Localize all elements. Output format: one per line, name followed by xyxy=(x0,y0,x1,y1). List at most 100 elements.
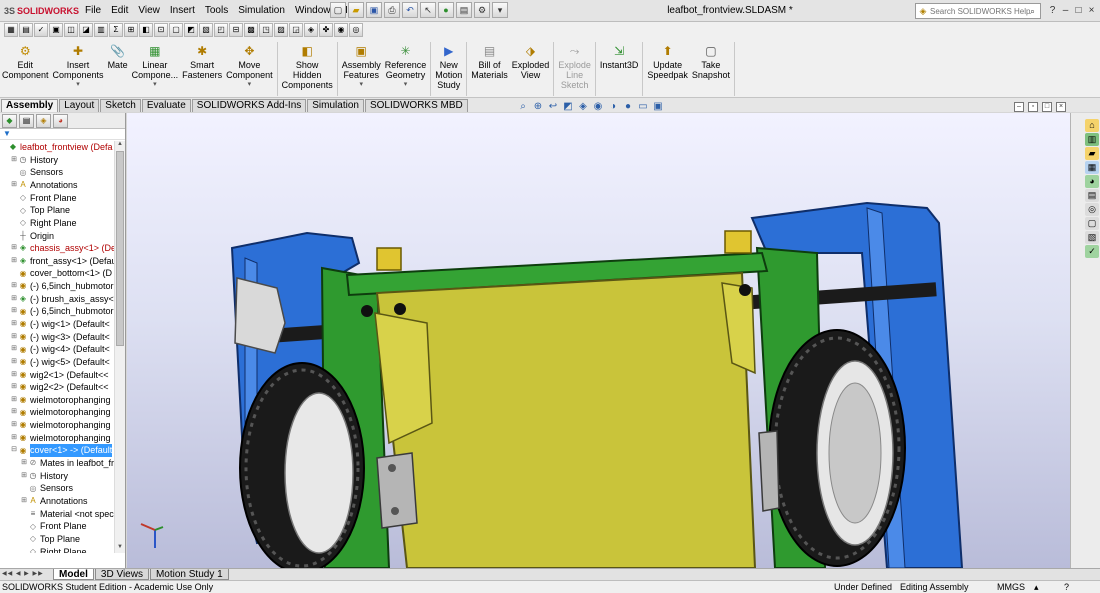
save-icon[interactable]: ▣ xyxy=(366,2,382,18)
tree-row[interactable]: ◇ Right Plane xyxy=(0,546,114,553)
expand-toggle-icon[interactable]: ⊞ xyxy=(10,394,18,407)
tree-row[interactable]: ⊞ ⊘ Mates in leafbot_fror xyxy=(0,457,114,470)
expand-toggle-icon[interactable]: ⊞ xyxy=(20,470,28,483)
viewport-minimize-icon[interactable]: – xyxy=(1014,102,1024,112)
tab-addins[interactable]: SOLIDWORKS Add-Ins xyxy=(191,99,307,112)
tab-model[interactable]: Model xyxy=(53,569,94,580)
small-tool-icon[interactable]: ▦ xyxy=(4,23,18,37)
tree-row[interactable]: ⊞ ◉ (-) wig<1> (Default< xyxy=(0,318,114,331)
tree-row[interactable]: ⊞ ◈ (-) brush_axis_assy<1 xyxy=(0,293,114,306)
tree-row[interactable]: ⊞ A Annotations xyxy=(0,179,114,192)
tool-11-button[interactable]: ⬗ Exploded View xyxy=(510,41,552,97)
tool-12-button[interactable]: ⤳ Explode Line Sketch xyxy=(556,41,593,97)
expand-toggle-icon[interactable]: ⊞ xyxy=(20,457,28,470)
small-tool-icon[interactable]: ◈ xyxy=(304,23,318,37)
dropdown-caret-icon[interactable]: ▾ xyxy=(404,80,408,90)
expand-toggle-icon[interactable]: ⊞ xyxy=(10,242,18,255)
section-view-icon[interactable]: ◩ xyxy=(562,101,574,113)
undo-icon[interactable]: ↶ xyxy=(402,2,418,18)
tree-row[interactable]: ≡ Material <not specifi xyxy=(0,508,114,521)
small-tool-icon[interactable]: ◫ xyxy=(64,23,78,37)
graphics-area[interactable] xyxy=(127,113,1070,568)
tree-row[interactable]: ◇ Front Plane xyxy=(0,520,114,533)
tree-row[interactable]: ⊞ ◷ History xyxy=(0,154,114,167)
new-document-icon[interactable]: ▢ xyxy=(330,2,346,18)
feature-manager-tab-icon[interactable]: ◆ xyxy=(2,113,17,128)
solidworks-logo[interactable]: 3S SOLIDWORKS xyxy=(4,3,79,19)
tab-3d-views[interactable]: 3D Views xyxy=(94,569,149,580)
display-manager-tab-icon[interactable]: ◕ xyxy=(53,113,68,128)
hide-show-icon[interactable]: ◑ xyxy=(607,101,619,113)
tree-row[interactable]: ⊞ ◉ (-) 6,5inch_hubmotor xyxy=(0,280,114,293)
tab-simulation[interactable]: Simulation xyxy=(307,99,364,112)
tool-13-button[interactable]: ⇲ Instant3D xyxy=(598,41,641,97)
tool-9-button[interactable]: ▶ New Motion Study xyxy=(433,41,464,97)
tool-3-button[interactable]: ▦ Linear Compone... ▾ xyxy=(130,41,181,97)
expand-toggle-icon[interactable]: ⊞ xyxy=(20,495,28,508)
tool-7-button[interactable]: ▣ Assembly Features ▾ xyxy=(340,41,383,97)
dropdown-caret-icon[interactable]: ▾ xyxy=(76,80,80,90)
small-tool-icon[interactable]: ✤ xyxy=(319,23,333,37)
task-pane-item-icon[interactable]: ▧ xyxy=(1085,231,1099,244)
viewport-restore-icon[interactable]: ▫ xyxy=(1028,102,1038,112)
expand-toggle-icon[interactable]: ⊞ xyxy=(10,305,18,318)
tool-8-button[interactable]: ✳ Reference Geometry ▾ xyxy=(383,41,429,97)
small-tool-icon[interactable]: ▨ xyxy=(274,23,288,37)
small-tool-icon[interactable]: ▢ xyxy=(169,23,183,37)
tree-row[interactable]: ⊞ ◉ wielmotorophanging xyxy=(0,394,114,407)
zoom-to-fit-icon[interactable]: ⌕ xyxy=(517,101,529,113)
small-tool-icon[interactable]: ▤ xyxy=(19,23,33,37)
tab-assembly[interactable]: Assembly xyxy=(1,99,59,112)
tree-row[interactable]: ⊞ ◉ (-) 6,5inch_hubmotor xyxy=(0,305,114,318)
view-orientation-icon[interactable]: ◈ xyxy=(577,101,589,113)
filter-icon[interactable]: ▼ xyxy=(0,129,125,140)
tree-row[interactable]: ⊞ ◉ (-) wig<5> (Default< xyxy=(0,356,114,369)
appearances-icon[interactable]: ◕ xyxy=(1085,175,1099,188)
units-chevron-icon[interactable]: ▴ xyxy=(1034,581,1039,593)
small-tool-icon[interactable]: ▩ xyxy=(244,23,258,37)
expand-toggle-icon[interactable]: ⊞ xyxy=(10,369,18,382)
expand-toggle-icon[interactable]: ⊞ xyxy=(10,419,18,432)
viewport-maximize-icon[interactable]: □ xyxy=(1042,102,1052,112)
tree-row[interactable]: ◇ Top Plane xyxy=(0,533,114,546)
help-search-input[interactable] xyxy=(930,6,1030,16)
dropdown-caret-icon[interactable]: ▾ xyxy=(248,80,252,90)
configuration-manager-tab-icon[interactable]: ◈ xyxy=(36,113,51,128)
scroll-thumb[interactable] xyxy=(116,151,124,346)
scene-icon[interactable]: ▭ xyxy=(637,101,649,113)
small-tool-icon[interactable]: ▥ xyxy=(94,23,108,37)
expand-toggle-icon[interactable]: ⊞ xyxy=(10,406,18,419)
help-question-icon[interactable]: ? xyxy=(1046,0,1059,22)
small-tool-icon[interactable]: ◩ xyxy=(184,23,198,37)
restore-icon[interactable]: □ xyxy=(1072,0,1085,22)
expand-toggle-icon[interactable]: ⊞ xyxy=(10,154,18,167)
tree-scrollbar[interactable]: ▲ ▼ xyxy=(114,141,125,553)
help-search-box[interactable]: ◈ ⌕ xyxy=(915,3,1041,19)
file-explorer-icon[interactable]: ▰ xyxy=(1085,147,1099,160)
small-tool-icon[interactable]: ▣ xyxy=(49,23,63,37)
tree-row[interactable]: ┼ Origin xyxy=(0,229,114,242)
viewport-close-icon[interactable]: × xyxy=(1056,102,1066,112)
menu-file[interactable]: File xyxy=(80,0,106,22)
custom-properties-icon[interactable]: ▤ xyxy=(1085,189,1099,202)
tree-row[interactable]: ◇ Front Plane xyxy=(0,192,114,205)
help-status-icon[interactable]: ? xyxy=(1064,581,1069,593)
zoom-area-icon[interactable]: ⊕ xyxy=(532,101,544,113)
tool-4-button[interactable]: ✱ Smart Fasteners xyxy=(180,41,224,97)
small-tool-icon[interactable]: ◧ xyxy=(139,23,153,37)
tool-10-button[interactable]: ▤ Bill of Materials xyxy=(469,41,510,97)
tab-mbd[interactable]: SOLIDWORKS MBD xyxy=(364,99,468,112)
small-tool-icon[interactable]: ⊞ xyxy=(124,23,138,37)
task-pane-item-icon[interactable]: ▢ xyxy=(1085,217,1099,230)
open-folder-icon[interactable]: ▰ xyxy=(348,2,364,18)
tree-row[interactable]: ⊞ ◈ chassis_assy<1> (Def xyxy=(0,242,114,255)
tree-row[interactable]: ◇ Right Plane xyxy=(0,217,114,230)
small-tool-icon[interactable]: ◲ xyxy=(289,23,303,37)
display-style-icon[interactable]: ◉ xyxy=(592,101,604,113)
tab-evaluate[interactable]: Evaluate xyxy=(141,99,191,112)
expand-toggle-icon[interactable]: ⊞ xyxy=(10,280,18,293)
select-pointer-icon[interactable]: ↖ xyxy=(420,2,436,18)
previous-view-icon[interactable]: ↩ xyxy=(547,101,559,113)
forum-icon[interactable]: ◎ xyxy=(1085,203,1099,216)
small-tool-icon[interactable]: ⊟ xyxy=(229,23,243,37)
